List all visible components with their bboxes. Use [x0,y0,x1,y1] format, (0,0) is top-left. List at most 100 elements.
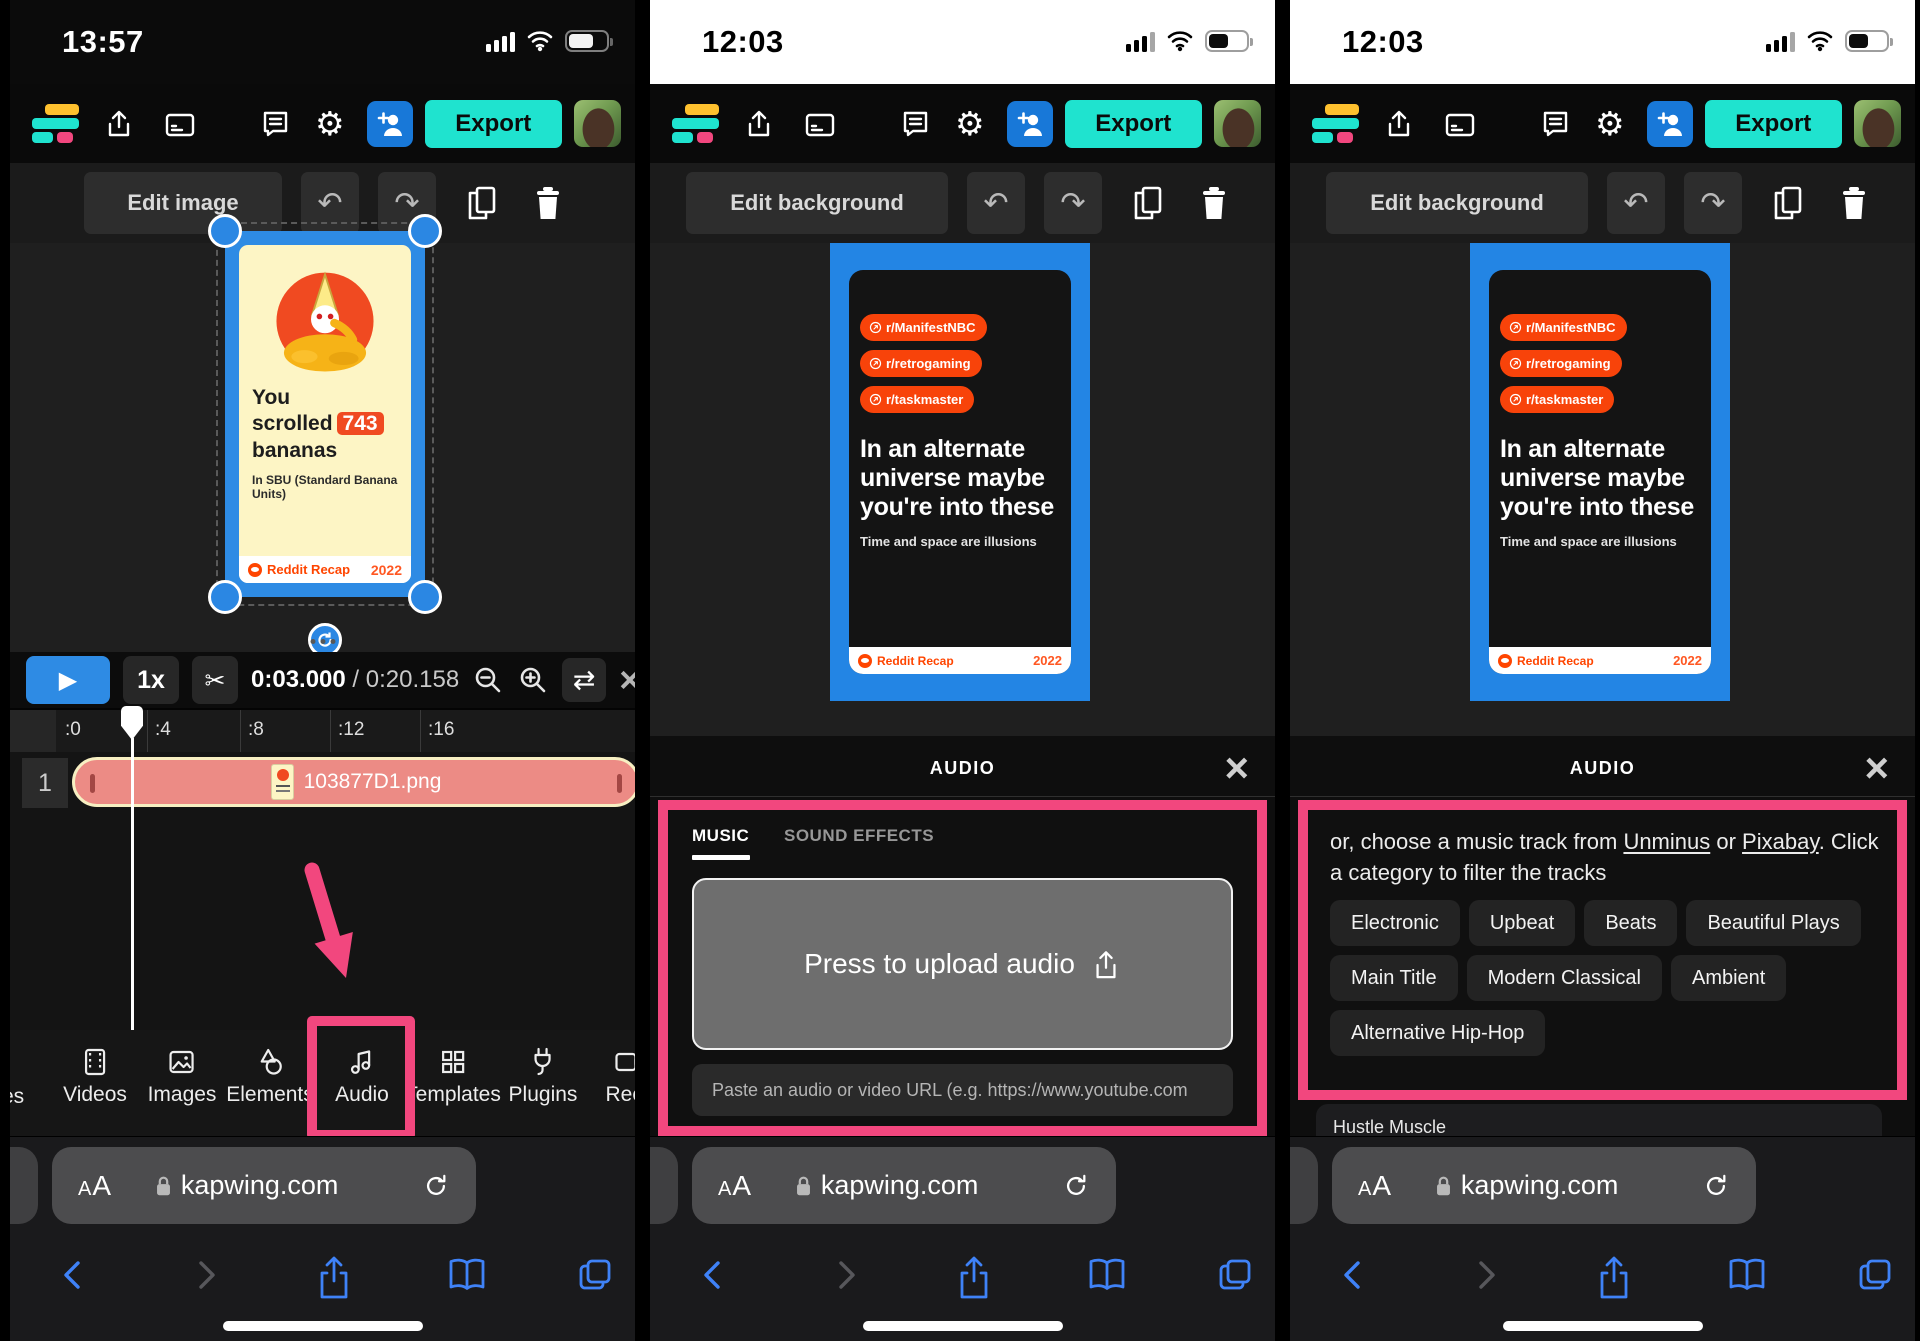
add-collaborator-button[interactable] [1007,101,1053,147]
avatar[interactable] [574,100,621,147]
close-sheet-icon[interactable]: × [1224,744,1249,792]
delete-trash-icon[interactable] [532,185,564,221]
duplicate-icon[interactable] [465,185,499,221]
canvas-area[interactable]: r/ManifestNBC r/retrogaming r/taskmaster… [1290,243,1915,736]
comments-icon[interactable] [899,108,931,140]
redo-button[interactable]: ↷ [1684,172,1742,234]
captions-icon[interactable] [163,108,197,140]
canvas-background[interactable]: r/ManifestNBC r/retrogaming r/taskmaster… [830,243,1090,701]
settings-gear-icon[interactable]: ⚙ [315,104,345,143]
back-button[interactable] [56,1255,90,1300]
zoom-out-icon[interactable] [472,664,504,696]
nav-item-elements[interactable]: Elements [226,1046,314,1107]
category-chip[interactable]: Upbeat [1469,900,1576,946]
edit-image-button[interactable]: Edit image [84,172,282,234]
add-collaborator-button[interactable] [1647,101,1693,147]
comments-icon[interactable] [259,108,291,140]
back-button[interactable] [696,1255,730,1300]
sheet-drag-handle[interactable] [310,639,335,644]
resize-handle-top-right[interactable] [408,214,442,248]
resize-handle-top-left[interactable] [208,214,242,248]
home-indicator[interactable] [223,1321,423,1331]
reload-icon[interactable] [422,1172,450,1200]
nav-item-images[interactable]: Images [148,1046,217,1107]
unminus-link[interactable]: Unminus [1623,829,1710,854]
timeline-ruler[interactable]: :0 :4 :8 :12 :16 [10,708,635,752]
edit-background-button[interactable]: Edit background [1326,172,1588,234]
undo-button[interactable]: ↶ [1607,172,1665,234]
undo-button[interactable]: ↶ [967,172,1025,234]
forward-button[interactable] [189,1255,223,1300]
export-button[interactable]: Export [1705,100,1842,148]
category-chip[interactable]: Beautiful Plays [1686,900,1860,946]
trim-handle-right[interactable] [617,774,622,793]
nav-item-plugins[interactable]: Plugins [509,1046,578,1107]
trim-handle-left[interactable] [90,774,95,793]
category-chip[interactable]: Beats [1584,900,1677,946]
canvas-background[interactable]: r/ManifestNBC r/retrogaming r/taskmaster… [1470,243,1730,701]
delete-trash-icon[interactable] [1838,185,1870,221]
kapwing-logo-icon[interactable] [32,104,79,144]
url-bar[interactable]: AA kapwing.com [692,1147,1116,1224]
captions-icon[interactable] [1443,108,1477,140]
settings-gear-icon[interactable]: ⚙ [955,104,985,143]
close-timeline-icon[interactable]: × [619,662,635,698]
category-chip[interactable]: Alternative Hip-Hop [1330,1010,1545,1056]
reader-options-button[interactable]: AA [1358,1170,1392,1202]
audio-url-input[interactable]: Paste an audio or video URL (e.g. https:… [692,1064,1233,1116]
upload-icon[interactable] [743,108,775,140]
url-bar[interactable]: AA kapwing.com [1332,1147,1756,1224]
kapwing-logo-icon[interactable] [672,104,719,144]
canvas-area[interactable]: You scrolled743 bananas In SBU (Standard… [10,243,635,652]
reload-icon[interactable] [1062,1172,1090,1200]
speed-button[interactable]: 1x [123,656,179,704]
nav-item-videos[interactable]: Videos [63,1046,127,1107]
category-chip[interactable]: Electronic [1330,900,1460,946]
duplicate-icon[interactable] [1771,185,1805,221]
selected-image-layer[interactable]: You scrolled743 bananas In SBU (Standard… [225,231,425,597]
timeline-clip[interactable]: 103877D1.png [72,757,635,807]
export-button[interactable]: Export [1065,100,1202,148]
edit-background-button[interactable]: Edit background [686,172,948,234]
resize-handle-bottom-left[interactable] [208,580,242,614]
bookmarks-button[interactable] [1725,1255,1769,1300]
settings-gear-icon[interactable]: ⚙ [1595,104,1625,143]
close-sheet-icon[interactable]: × [1864,744,1889,792]
fit-timeline-button[interactable]: ⇄ [562,658,606,702]
add-collaborator-button[interactable] [367,101,413,147]
reload-icon[interactable] [1702,1172,1730,1200]
split-scissors-button[interactable]: ✂ [192,656,238,704]
undo-button[interactable]: ↶ [301,172,359,234]
zoom-in-icon[interactable] [517,664,549,696]
home-indicator[interactable] [863,1321,1063,1331]
tab-music[interactable]: MUSIC [692,826,750,860]
url-bar[interactable]: AA kapwing.com [52,1147,476,1224]
duplicate-icon[interactable] [1131,185,1165,221]
tabs-button[interactable] [1215,1255,1255,1300]
share-button[interactable] [314,1255,354,1306]
prev-tab-pill[interactable] [10,1147,38,1224]
redo-button[interactable]: ↷ [1044,172,1102,234]
avatar[interactable] [1214,100,1261,147]
pixabay-link[interactable]: Pixabay [1742,829,1819,854]
play-button[interactable]: ▶ [26,656,110,704]
delete-trash-icon[interactable] [1198,185,1230,221]
bookmarks-button[interactable] [445,1255,489,1300]
reader-options-button[interactable]: AA [718,1170,752,1202]
comments-icon[interactable] [1539,108,1571,140]
nav-item-record[interactable]: Reco [605,1046,635,1107]
prev-tab-pill[interactable] [1290,1147,1318,1224]
nav-item-templates[interactable]: Templates [405,1046,501,1107]
upload-icon[interactable] [103,108,135,140]
reader-options-button[interactable]: AA [78,1170,112,1202]
share-button[interactable] [954,1255,994,1306]
category-chip[interactable]: Modern Classical [1467,955,1662,1001]
tabs-button[interactable] [1855,1255,1895,1300]
forward-button[interactable] [829,1255,863,1300]
captions-icon[interactable] [803,108,837,140]
tabs-button[interactable] [575,1255,615,1300]
upload-icon[interactable] [1383,108,1415,140]
kapwing-logo-icon[interactable] [1312,104,1359,144]
canvas-area[interactable]: r/ManifestNBC r/retrogaming r/taskmaster… [650,243,1275,736]
upload-audio-button[interactable]: Press to upload audio [692,878,1233,1050]
